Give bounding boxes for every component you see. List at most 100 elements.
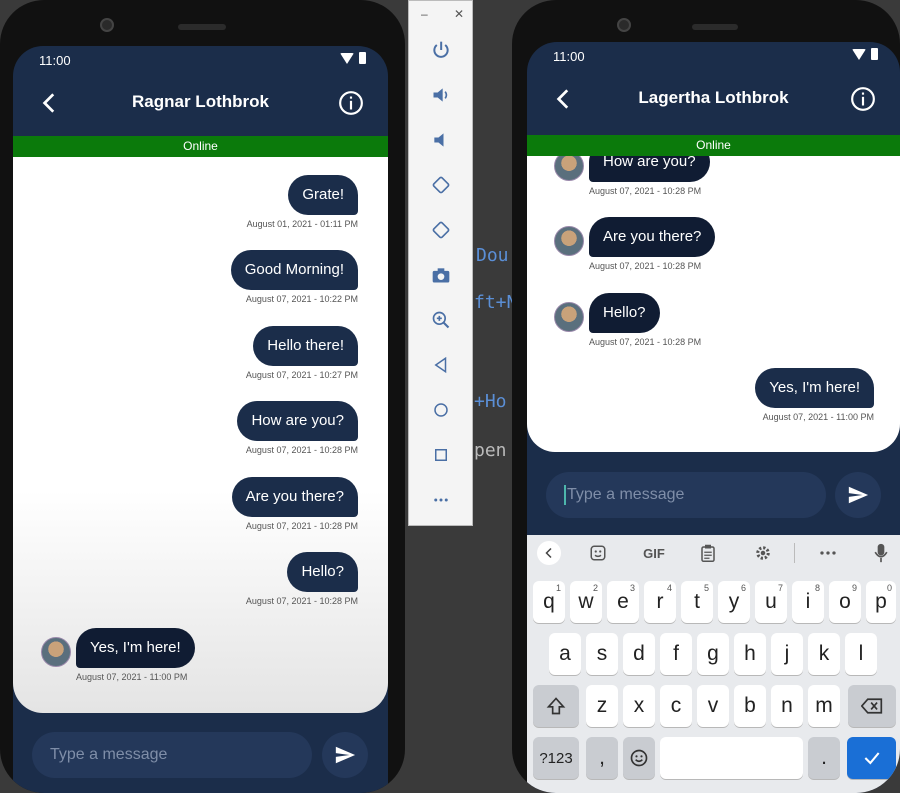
power-icon (433, 41, 449, 58)
background-text: pen (474, 440, 507, 461)
info-icon[interactable] (850, 86, 876, 112)
shift-key[interactable] (533, 685, 579, 727)
chevron-left-icon (545, 547, 552, 559)
voice-input-button[interactable] (870, 543, 892, 563)
key-t[interactable]: t5 (681, 581, 713, 623)
rotate-right-button[interactable] (430, 219, 452, 241)
message-item: Are you there? August 07, 2021 - 10:28 P… (231, 477, 358, 531)
key-o[interactable]: o9 (829, 581, 861, 623)
contact-name: Lagertha Lothbrok (638, 88, 789, 107)
send-button[interactable] (322, 732, 368, 778)
key-k[interactable]: k (808, 633, 840, 675)
space-key[interactable] (660, 737, 803, 779)
message-bubble: Hello? (589, 293, 660, 333)
period-key[interactable]: . (808, 737, 840, 779)
more-icon (820, 551, 836, 555)
message-timestamp: August 07, 2021 - 10:28 PM (245, 445, 358, 455)
home-icon (434, 403, 448, 417)
emoji-key[interactable] (623, 737, 655, 779)
message-input-bar: Type a message (527, 462, 900, 532)
gif-button[interactable]: GIF (639, 543, 669, 563)
close-icon[interactable]: ✕ (454, 7, 464, 21)
collapse-toolbar-button[interactable] (537, 541, 561, 565)
status-time: 11:00 (553, 49, 585, 64)
message-input[interactable]: Type a message (546, 472, 826, 518)
zoom-button[interactable] (430, 309, 452, 331)
rotate-left-button[interactable] (430, 174, 452, 196)
emoji-icon (630, 749, 648, 767)
background-text: Dou (476, 245, 509, 266)
key-i[interactable]: i8 (792, 581, 824, 623)
key-q[interactable]: q1 (533, 581, 565, 623)
message-item: Hello there! August 07, 2021 - 10:27 PM (246, 326, 358, 380)
volume-up-button[interactable] (430, 84, 452, 106)
sticker-icon (590, 545, 606, 561)
nav-home-button[interactable] (430, 399, 452, 421)
wifi-icon (852, 48, 866, 60)
message-item: How are you? August 07, 2021 - 10:28 PM (589, 156, 710, 196)
power-button[interactable] (430, 39, 452, 61)
key-c[interactable]: c (660, 685, 692, 727)
key-d[interactable]: d (623, 633, 655, 675)
key-v[interactable]: v (697, 685, 729, 727)
earpiece-speaker (692, 24, 738, 30)
app-bar: Ragnar Lothbrok (13, 74, 388, 134)
message-bubble: Are you there? (589, 217, 716, 257)
status-bar: 11:00 (13, 46, 388, 76)
key-y[interactable]: y6 (718, 581, 750, 623)
key-b[interactable]: b (734, 685, 766, 727)
message-timestamp: August 07, 2021 - 10:28 PM (245, 596, 358, 606)
minimize-icon[interactable]: – (421, 7, 428, 21)
enter-key[interactable] (847, 737, 896, 779)
key-w[interactable]: w2 (570, 581, 602, 623)
send-button[interactable] (835, 472, 881, 518)
status-bar: 11:00 (527, 42, 900, 72)
zoom-icon (432, 311, 450, 329)
key-a[interactable]: a (549, 633, 581, 675)
left-phone-screen: 11:00 Ragnar Lothbrok Online Grate! Augu… (13, 46, 388, 793)
key-r[interactable]: r4 (644, 581, 676, 623)
key-u[interactable]: u7 (755, 581, 787, 623)
window-controls: – ✕ (421, 7, 464, 21)
message-input[interactable]: Type a message (32, 732, 312, 778)
more-options-button[interactable] (817, 543, 839, 563)
key-g[interactable]: g (697, 633, 729, 675)
volume-down-icon (434, 133, 444, 147)
key-l[interactable]: l (845, 633, 877, 675)
nav-back-button[interactable] (430, 354, 452, 376)
message-bubble: Are you there? (231, 477, 358, 517)
key-n[interactable]: n (771, 685, 803, 727)
rotate-left-icon (432, 176, 450, 194)
background-text: +Ho (474, 391, 507, 412)
key-z[interactable]: z (586, 685, 618, 727)
clipboard-button[interactable] (697, 543, 719, 563)
message-bubble: How are you? (589, 156, 710, 182)
clipboard-icon (701, 544, 715, 562)
key-j[interactable]: j (771, 633, 803, 675)
key-h[interactable]: h (734, 633, 766, 675)
volume-down-button[interactable] (430, 129, 452, 151)
message-bubble: How are you? (237, 401, 358, 441)
backspace-key[interactable] (848, 685, 896, 727)
message-bubble: Good Morning! (230, 250, 358, 290)
symbols-key[interactable]: ?123 (533, 737, 579, 779)
status-time: 11:00 (39, 53, 71, 68)
message-timestamp: August 07, 2021 - 10:28 PM (245, 521, 358, 531)
key-s[interactable]: s (586, 633, 618, 675)
key-x[interactable]: x (623, 685, 655, 727)
key-f[interactable]: f (660, 633, 692, 675)
more-button[interactable] (430, 489, 452, 511)
nav-overview-button[interactable] (430, 444, 452, 466)
screenshot-button[interactable] (430, 264, 452, 286)
toolbar-divider (794, 543, 795, 563)
rotate-right-icon (432, 221, 450, 239)
key-m[interactable]: m (808, 685, 840, 727)
key-e[interactable]: e3 (607, 581, 639, 623)
info-icon[interactable] (338, 90, 364, 116)
key-p[interactable]: p0 (866, 581, 896, 623)
keyboard-settings-button[interactable] (752, 543, 774, 563)
status-icons (852, 48, 878, 60)
comma-key[interactable]: , (586, 737, 618, 779)
chat-messages: Grate! August 01, 2021 - 01:11 PM Good M… (13, 157, 388, 713)
sticker-button[interactable] (587, 543, 609, 563)
